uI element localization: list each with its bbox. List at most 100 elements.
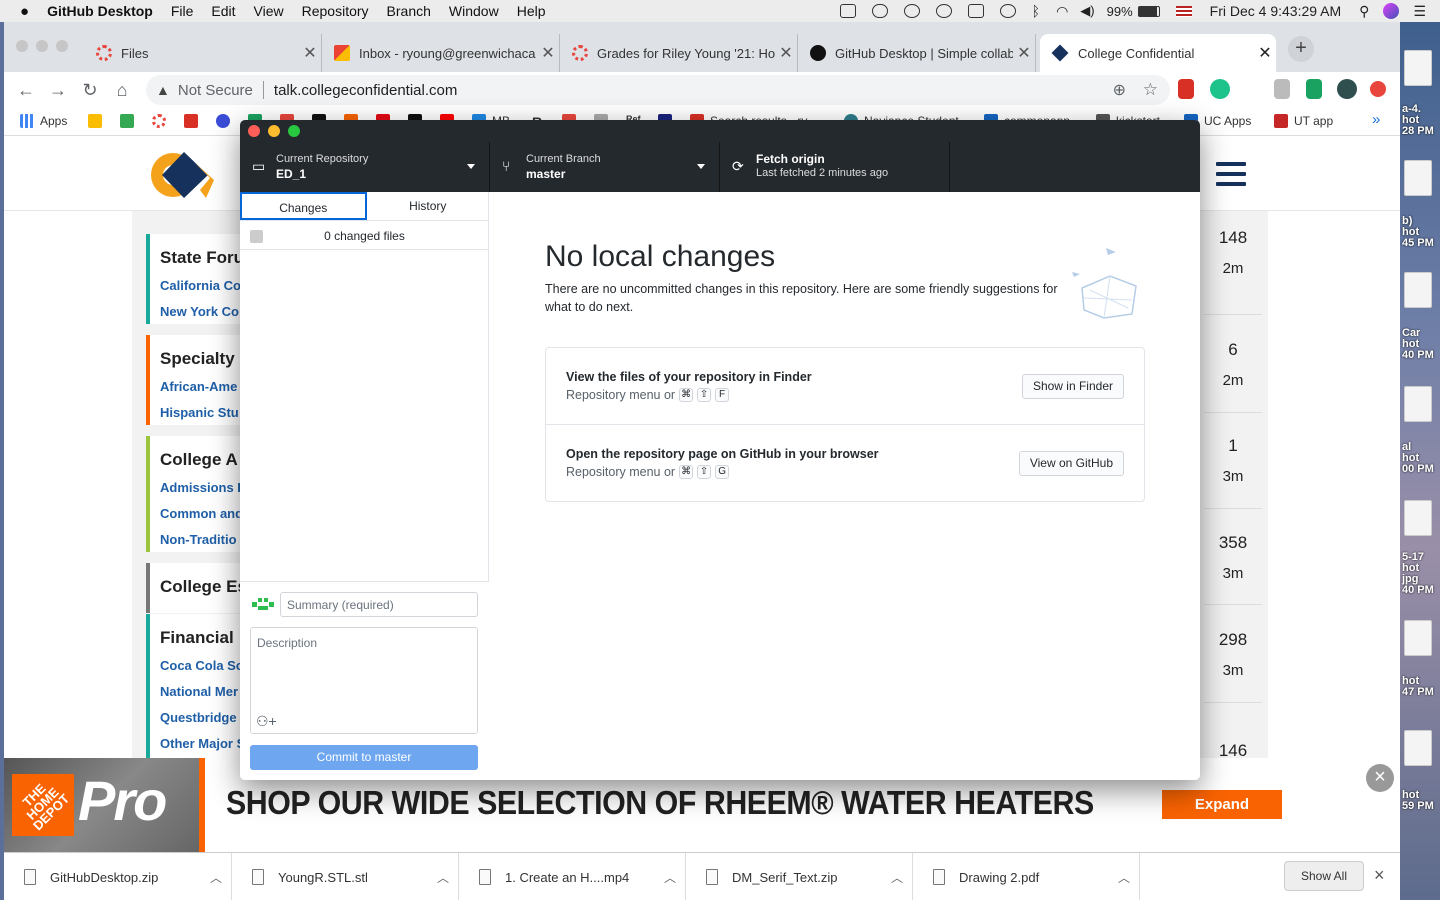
gear-status-icon[interactable] bbox=[903, 4, 920, 18]
add-icon[interactable]: ⊕ bbox=[1113, 80, 1126, 100]
home-icon[interactable]: ⌂ bbox=[108, 80, 136, 101]
minimize-window-button[interactable] bbox=[36, 40, 48, 52]
desktop-file-thumbnail[interactable] bbox=[1404, 500, 1432, 536]
chevron-up-icon[interactable]: ︿ bbox=[201, 869, 231, 886]
home-depot-pro-logo[interactable]: THE HOME DEPOT Pro bbox=[4, 758, 199, 852]
download-item[interactable]: YoungR.STL.stl ︿ bbox=[232, 853, 459, 900]
last-activity[interactable]: 3m bbox=[1204, 565, 1262, 582]
bookmark-item[interactable] bbox=[216, 114, 236, 128]
ad-expand-button[interactable]: Expand bbox=[1162, 790, 1282, 819]
menu-branch[interactable]: Branch bbox=[387, 3, 431, 19]
current-repository-dropdown[interactable]: ▭ Current Repository ED_1 bbox=[240, 142, 490, 192]
forum-link[interactable]: Other Major S bbox=[160, 736, 245, 751]
forward-icon[interactable]: → bbox=[44, 80, 72, 101]
tab-close-icon[interactable]: ✕ bbox=[299, 43, 321, 63]
tab-close-icon[interactable]: ✕ bbox=[1254, 43, 1276, 63]
profile-avatar[interactable] bbox=[1337, 79, 1357, 99]
warning-icon[interactable]: ▲ bbox=[156, 82, 170, 98]
spotlight-search-icon[interactable]: ⚲ bbox=[1359, 3, 1369, 20]
battery-percent[interactable]: 99% bbox=[1107, 4, 1133, 19]
bluetooth-icon[interactable]: ᛒ bbox=[1032, 3, 1040, 19]
close-window-button[interactable] bbox=[248, 125, 260, 137]
browser-tab[interactable]: Grades for Riley Young '21: Ho ✕ bbox=[562, 34, 798, 72]
forum-link[interactable]: Non-Traditio bbox=[160, 532, 237, 547]
extension-icon[interactable] bbox=[1178, 79, 1194, 99]
battery-icon[interactable] bbox=[1137, 5, 1160, 17]
desktop-file-label[interactable]: al hot 00 PM bbox=[1402, 442, 1434, 475]
wifi-icon[interactable]: ◠ bbox=[1056, 3, 1068, 20]
forum-link[interactable]: Coca Cola Sc bbox=[160, 658, 243, 673]
apple-menu-icon[interactable]: ● bbox=[20, 3, 29, 20]
tab-changes[interactable]: Changes bbox=[240, 192, 367, 220]
tab-close-icon[interactable]: ✕ bbox=[537, 43, 559, 63]
accessibility-icon[interactable] bbox=[935, 4, 952, 18]
bookmark-item[interactable]: UT app bbox=[1274, 114, 1333, 128]
menu-help[interactable]: Help bbox=[517, 3, 546, 19]
extension-icon[interactable] bbox=[1210, 79, 1230, 99]
address-bar[interactable]: ▲ Not Secure talk.collegeconfidential.co… bbox=[146, 75, 1170, 105]
flag-icon[interactable] bbox=[1175, 5, 1192, 17]
forum-link[interactable]: New York Co bbox=[160, 304, 239, 319]
forum-link[interactable]: Common and bbox=[160, 506, 243, 521]
bookmark-item[interactable] bbox=[120, 114, 140, 128]
ad-close-icon[interactable]: × bbox=[1366, 764, 1394, 792]
camera-icon[interactable] bbox=[839, 4, 856, 18]
commit-description-input[interactable]: Description bbox=[250, 627, 478, 734]
extensions-puzzle-icon[interactable] bbox=[1306, 79, 1322, 99]
chevron-up-icon[interactable]: ︿ bbox=[882, 869, 912, 886]
forum-link[interactable]: Hispanic Stu bbox=[160, 405, 239, 420]
close-downloads-icon[interactable]: × bbox=[1374, 865, 1385, 886]
zoom-window-button[interactable] bbox=[56, 40, 68, 52]
zoom-window-button[interactable] bbox=[288, 125, 300, 137]
desktop-file-label[interactable]: 5-17 hot jpg 40 PM bbox=[1402, 552, 1434, 596]
airplay-icon[interactable] bbox=[967, 4, 984, 18]
show-in-finder-button[interactable]: Show in Finder bbox=[1021, 374, 1124, 399]
fetch-origin-button[interactable]: ⟳ Fetch origin Last fetched 2 minutes ag… bbox=[720, 142, 950, 192]
category-title[interactable]: Financial bbox=[160, 628, 234, 648]
browser-tab[interactable]: GitHub Desktop | Simple collab ✕ bbox=[800, 34, 1036, 72]
browser-tab[interactable]: Files ✕ bbox=[86, 34, 322, 72]
minimize-window-button[interactable] bbox=[268, 125, 280, 137]
back-icon[interactable]: ← bbox=[12, 80, 40, 101]
menu-file[interactable]: File bbox=[171, 3, 194, 19]
last-activity[interactable]: 2m bbox=[1204, 372, 1262, 389]
clock[interactable]: Fri Dec 4 9:43:29 AM bbox=[1210, 3, 1342, 19]
desktop-file-label[interactable]: hot 47 PM bbox=[1402, 676, 1434, 698]
desktop-file-label[interactable]: Car hot 40 PM bbox=[1402, 328, 1434, 361]
download-item[interactable]: DM_Serif_Text.zip ︿ bbox=[686, 853, 913, 900]
reload-icon[interactable]: ↻ bbox=[76, 80, 104, 101]
desktop-file-thumbnail[interactable] bbox=[1404, 160, 1432, 196]
security-status[interactable]: Not Secure bbox=[178, 82, 253, 99]
update-icon[interactable] bbox=[1370, 81, 1386, 97]
notification-center-icon[interactable]: ☰ bbox=[1413, 3, 1426, 20]
ad-headline[interactable]: SHOP OUR WIDE SELECTION OF RHEEM® WATER … bbox=[226, 784, 1094, 822]
category-title[interactable]: College Es bbox=[160, 577, 247, 597]
desktop-file-thumbnail[interactable] bbox=[1404, 50, 1432, 86]
app-menu[interactable]: GitHub Desktop bbox=[47, 3, 153, 19]
url-text[interactable]: talk.collegeconfidential.com bbox=[274, 82, 457, 99]
forum-link[interactable]: Admissions H bbox=[160, 480, 247, 495]
close-window-button[interactable] bbox=[16, 40, 28, 52]
bookmark-item[interactable] bbox=[184, 114, 204, 128]
download-item[interactable]: 1. Create an H....mp4 ︿ bbox=[459, 853, 686, 900]
tab-close-icon[interactable]: ✕ bbox=[1013, 43, 1035, 63]
bookmark-star-icon[interactable]: ☆ bbox=[1143, 80, 1158, 100]
last-activity[interactable]: 3m bbox=[1204, 468, 1262, 485]
chevron-up-icon[interactable]: ︿ bbox=[655, 869, 685, 886]
extension-icon[interactable] bbox=[1274, 79, 1290, 99]
desktop-file-label[interactable]: b) hot 45 PM bbox=[1402, 216, 1434, 249]
view-on-github-button[interactable]: View on GitHub bbox=[1018, 451, 1124, 476]
forum-link[interactable]: California Co bbox=[160, 278, 241, 293]
chevron-up-icon[interactable]: ︿ bbox=[428, 869, 458, 886]
browser-tab-active[interactable]: College Confidential ✕ bbox=[1040, 34, 1276, 72]
last-activity[interactable]: 3m bbox=[1204, 662, 1262, 679]
volume-icon[interactable]: ◀) bbox=[1080, 3, 1094, 19]
siri-icon[interactable] bbox=[1383, 3, 1400, 19]
category-title[interactable]: State Foru bbox=[160, 248, 244, 268]
download-item[interactable]: GitHubDesktop.zip ︿ bbox=[4, 853, 232, 900]
desktop-file-thumbnail[interactable] bbox=[1404, 272, 1432, 308]
new-tab-button[interactable]: + bbox=[1288, 36, 1314, 62]
desktop-file-label[interactable]: hot 59 PM bbox=[1402, 790, 1434, 812]
menu-repository[interactable]: Repository bbox=[302, 3, 369, 19]
desktop-file-thumbnail[interactable] bbox=[1404, 730, 1432, 766]
